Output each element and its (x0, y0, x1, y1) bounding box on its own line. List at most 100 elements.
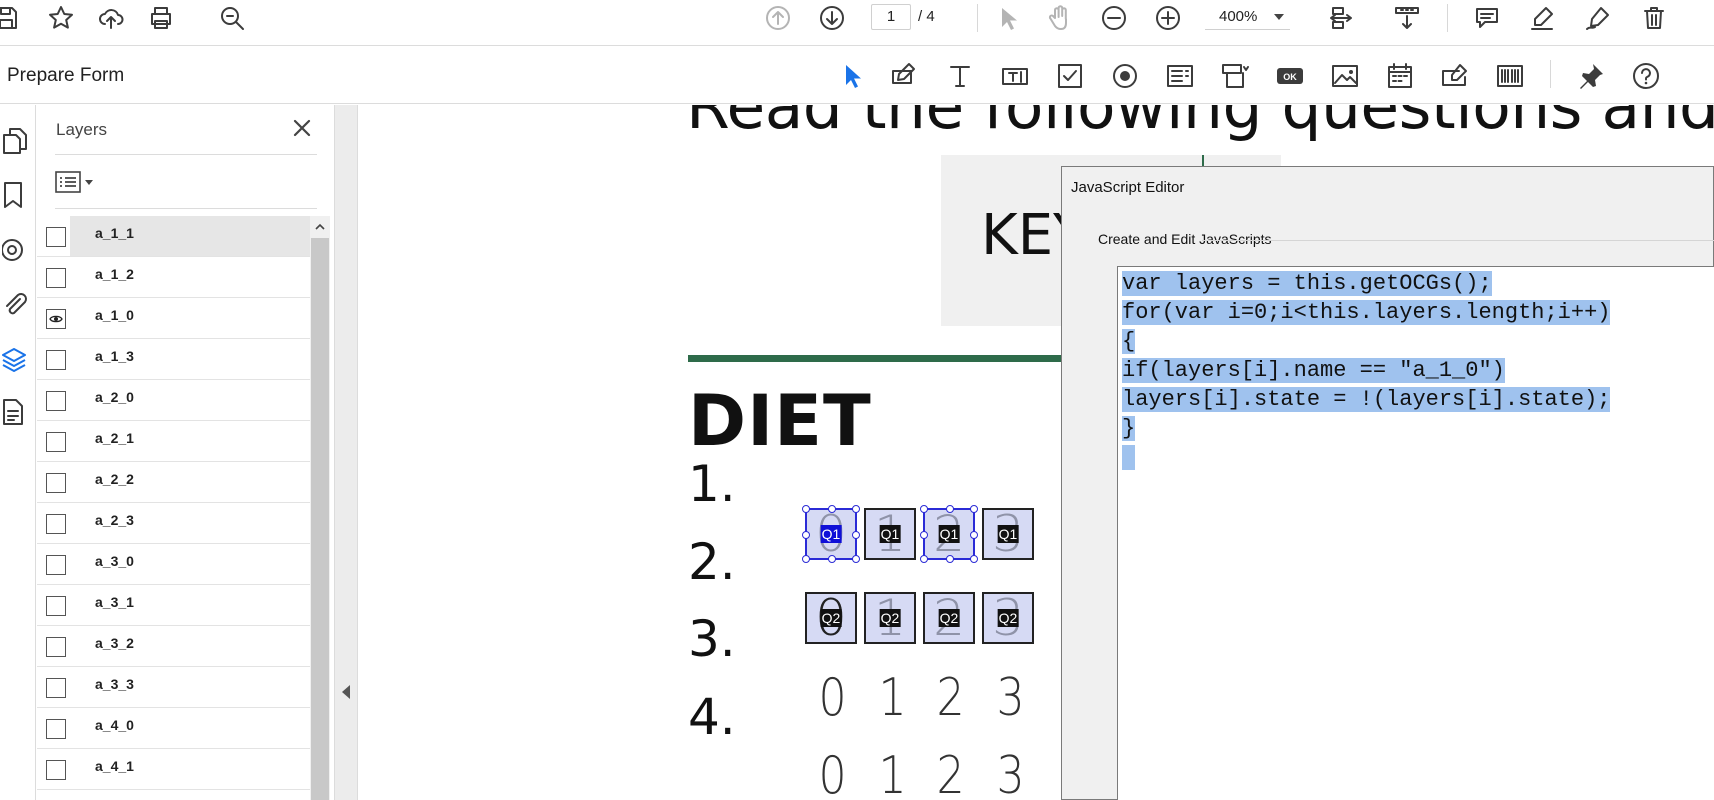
close-icon[interactable] (287, 113, 317, 143)
layer-name-cell[interactable]: a_2_3 (70, 503, 310, 543)
resize-handle[interactable] (970, 555, 978, 563)
image-icon[interactable] (1325, 56, 1365, 96)
layer-row[interactable]: a_4_2 (37, 790, 310, 800)
sign-pen-icon[interactable] (1578, 0, 1618, 36)
zoom-in-icon[interactable] (1148, 0, 1188, 36)
cloud-upload-icon[interactable] (91, 0, 131, 36)
page-up-icon[interactable] (758, 0, 798, 36)
layer-row[interactable]: a_1_3 (37, 339, 310, 380)
list-box-icon[interactable] (1160, 56, 1200, 96)
layer-row[interactable]: a_1_1 (37, 216, 310, 257)
form-field-q2[interactable]: 1 Q2 (864, 589, 916, 647)
form-field-q1[interactable]: 3 Q1 (982, 505, 1034, 563)
layer-name-cell[interactable]: a_3_1 (70, 585, 310, 625)
radio-button-icon[interactable] (1105, 56, 1145, 96)
bookmarks-icon[interactable] (0, 178, 30, 212)
dropdown-icon[interactable] (1215, 56, 1255, 96)
layer-visibility-checkbox[interactable] (46, 309, 66, 329)
layer-visibility-checkbox[interactable] (46, 678, 66, 698)
layer-visibility-checkbox[interactable] (46, 514, 66, 534)
layer-name-cell[interactable]: a_4_1 (70, 749, 310, 789)
zoom-out-icon[interactable] (1094, 0, 1134, 36)
signatures-icon[interactable] (0, 233, 30, 267)
resize-handle[interactable] (920, 555, 928, 563)
layer-name-cell[interactable]: a_4_2 (70, 790, 310, 800)
layer-row[interactable]: a_3_3 (37, 667, 310, 708)
resize-handle[interactable] (802, 555, 810, 563)
layer-visibility-checkbox[interactable] (46, 719, 66, 739)
resize-handle[interactable] (946, 555, 954, 563)
star-icon[interactable] (41, 0, 81, 36)
form-field-q2[interactable]: 3 Q2 (982, 589, 1034, 647)
resize-handle[interactable] (946, 505, 954, 513)
javascript-code-editor[interactable]: var layers = this.getOCGs(); for(var i=0… (1117, 266, 1714, 800)
resize-handle[interactable] (802, 531, 810, 539)
barcode-icon[interactable] (1490, 56, 1530, 96)
select-arrow-icon[interactable] (987, 0, 1027, 36)
attachments-icon[interactable] (0, 287, 30, 321)
print-icon[interactable] (141, 0, 181, 36)
layers-icon[interactable] (0, 342, 30, 376)
layer-visibility-checkbox[interactable] (46, 268, 66, 288)
layer-visibility-checkbox[interactable] (46, 432, 66, 452)
layer-name-cell[interactable]: a_1_3 (70, 339, 310, 379)
layer-name-cell[interactable]: a_3_2 (70, 626, 310, 666)
delete-icon[interactable] (1634, 0, 1674, 36)
layer-name-cell[interactable]: a_1_1 (70, 216, 310, 256)
select-object-icon[interactable] (832, 56, 872, 96)
help-icon[interactable] (1626, 56, 1666, 96)
button-ok-icon[interactable]: OK (1270, 56, 1310, 96)
layer-list-scrollbar[interactable] (310, 216, 330, 800)
scrollbar-thumb[interactable] (311, 238, 329, 800)
layer-name-cell[interactable]: a_2_1 (70, 421, 310, 461)
hand-icon[interactable] (1040, 0, 1080, 36)
layer-row[interactable]: a_3_0 (37, 544, 310, 585)
layer-row[interactable]: a_2_2 (37, 462, 310, 503)
layer-visibility-checkbox[interactable] (46, 637, 66, 657)
layer-row[interactable]: a_3_2 (37, 626, 310, 667)
form-field-q1[interactable]: 1 Q1 (864, 505, 916, 563)
chevron-up-icon[interactable] (310, 216, 330, 236)
layer-row[interactable]: a_2_0 (37, 380, 310, 421)
checkbox-icon[interactable] (1050, 56, 1090, 96)
form-field-q2[interactable]: 0 Q2 (805, 589, 857, 647)
layer-visibility-checkbox[interactable] (46, 473, 66, 493)
zoom-search-icon[interactable] (212, 0, 252, 36)
resize-handle[interactable] (970, 531, 978, 539)
pin-icon[interactable] (1571, 56, 1611, 96)
layer-visibility-checkbox[interactable] (46, 350, 66, 370)
layer-row[interactable]: a_3_1 (37, 585, 310, 626)
pages-icon[interactable] (0, 124, 30, 158)
layer-row[interactable]: a_1_2 (37, 257, 310, 298)
layer-row[interactable]: a_2_3 (37, 503, 310, 544)
page-number-input[interactable]: 1 (871, 4, 911, 30)
edit-field-icon[interactable] (884, 56, 924, 96)
layer-row[interactable]: a_4_1 (37, 749, 310, 790)
resize-handle[interactable] (828, 505, 836, 513)
resize-handle[interactable] (852, 505, 860, 513)
collapse-panel-icon[interactable] (342, 685, 350, 699)
form-field-q1[interactable]: 0 Q1 (802, 505, 860, 563)
resize-handle[interactable] (920, 531, 928, 539)
text-field-icon[interactable] (995, 56, 1035, 96)
save-icon[interactable] (0, 0, 26, 36)
panel-collapse-strip[interactable] (334, 105, 358, 800)
layer-visibility-checkbox[interactable] (46, 760, 66, 780)
resize-handle[interactable] (920, 505, 928, 513)
layer-row[interactable]: a_1_0 (37, 298, 310, 339)
fit-page-icon[interactable] (1321, 0, 1361, 36)
layer-name-cell[interactable]: a_1_2 (70, 257, 310, 297)
signature-icon[interactable] (1435, 56, 1475, 96)
layer-visibility-checkbox[interactable] (46, 596, 66, 616)
layer-visibility-checkbox[interactable] (46, 227, 66, 247)
layer-name-cell[interactable]: a_2_0 (70, 380, 310, 420)
form-field-q1[interactable]: 2 Q1 (920, 505, 978, 563)
layer-visibility-checkbox[interactable] (46, 555, 66, 575)
highlight-icon[interactable] (1522, 0, 1562, 36)
comment-icon[interactable] (1467, 0, 1507, 36)
scroll-mode-icon[interactable] (1387, 0, 1427, 36)
layer-visibility-checkbox[interactable] (46, 391, 66, 411)
resize-handle[interactable] (828, 555, 836, 563)
page-down-icon[interactable] (812, 0, 852, 36)
text-icon[interactable] (940, 56, 980, 96)
